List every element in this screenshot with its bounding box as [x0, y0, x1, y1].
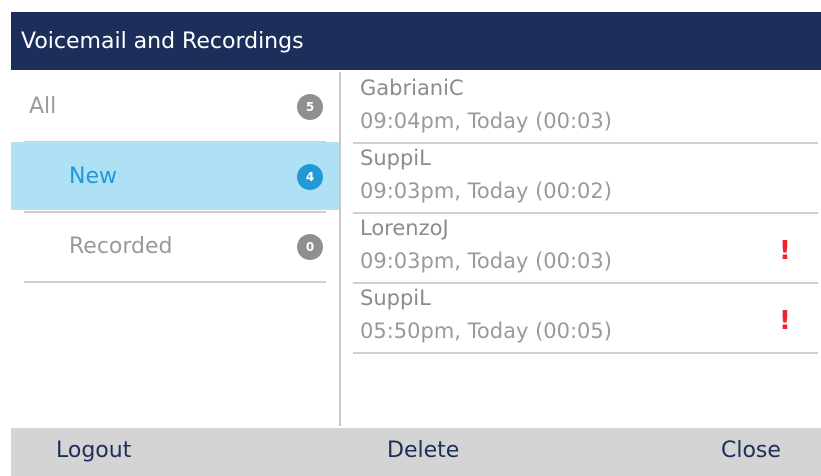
folder-recorded[interactable]: Recorded 0: [11, 212, 339, 280]
urgent-icon: !: [779, 306, 791, 336]
message-time-duration: 05:50pm, Today (00:05): [360, 319, 612, 343]
close-softkey[interactable]: Close: [721, 438, 781, 463]
message-item[interactable]: GabrianiC 09:04pm, Today (00:03): [341, 72, 821, 142]
message-caller-name: LorenzoJ: [360, 216, 449, 240]
message-caller-name: GabrianiC: [360, 76, 464, 100]
folder-recorded-label: Recorded: [69, 233, 173, 259]
message-caller-name: SuppiL: [360, 286, 431, 310]
folder-list: All 5 New 4 Recorded 0: [11, 72, 339, 426]
folder-new-count-badge: 4: [297, 164, 323, 190]
title-bar: Voicemail and Recordings: [11, 12, 821, 70]
folder-all-count-badge: 5: [297, 94, 323, 120]
message-caller-name: SuppiL: [360, 146, 431, 170]
message-time-duration: 09:03pm, Today (00:02): [360, 179, 612, 203]
folder-all[interactable]: All 5: [11, 72, 339, 140]
divider: [24, 281, 326, 283]
folder-recorded-count-badge: 0: [297, 234, 323, 260]
delete-softkey[interactable]: Delete: [387, 438, 459, 463]
message-time-duration: 09:03pm, Today (00:03): [360, 249, 612, 273]
message-item[interactable]: SuppiL 05:50pm, Today (00:05) !: [341, 282, 821, 352]
urgent-icon: !: [779, 236, 791, 266]
folder-all-label: All: [29, 93, 57, 119]
logout-softkey[interactable]: Logout: [56, 438, 131, 463]
folder-new-label: New: [69, 163, 117, 189]
page-title: Voicemail and Recordings: [21, 28, 304, 54]
message-item[interactable]: LorenzoJ 09:03pm, Today (00:03) !: [341, 212, 821, 282]
message-list: GabrianiC 09:04pm, Today (00:03) SuppiL …: [341, 72, 821, 426]
softkey-bar: Logout Delete Close: [11, 428, 821, 476]
divider: [353, 352, 818, 354]
message-item[interactable]: SuppiL 09:03pm, Today (00:02): [341, 142, 821, 212]
message-time-duration: 09:04pm, Today (00:03): [360, 109, 612, 133]
voicemail-screen: Voicemail and Recordings All 5 New 4 Rec…: [0, 0, 821, 476]
folder-new[interactable]: New 4: [11, 142, 339, 210]
